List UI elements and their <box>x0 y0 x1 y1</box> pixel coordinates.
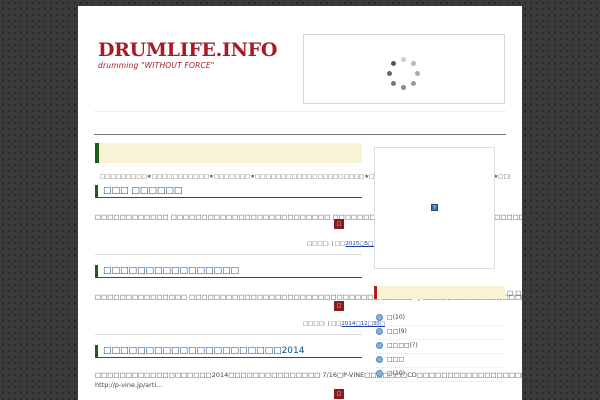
bullet-icon <box>376 370 383 377</box>
sidebar-section-header <box>374 286 505 299</box>
list-item[interactable]: □□(9) <box>376 326 504 340</box>
bullet-icon <box>376 314 383 321</box>
content-banner <box>95 143 362 163</box>
list-item[interactable]: □(10) <box>376 312 504 326</box>
read-more-button[interactable]: □ <box>334 389 344 399</box>
post-meta-label: □□□□: | □□ <box>307 241 346 247</box>
category-label: □□□ <box>387 356 405 363</box>
list-item[interactable]: □(10) <box>376 368 504 382</box>
broken-image-icon: ? <box>431 204 438 211</box>
post-meta-label: □□□□: | □□ <box>303 321 342 327</box>
category-label: □(10) <box>387 314 405 321</box>
sidebar-trailing-text: □ □ <box>507 289 522 297</box>
sidebar-widget: ? <box>374 147 495 269</box>
post-title[interactable]: □□□ □□□□□□ <box>95 185 362 198</box>
bullet-icon <box>376 342 383 349</box>
read-more-button[interactable]: □ <box>334 219 344 229</box>
post-title[interactable]: □□□□□□□□□□□□□□□□ <box>95 265 362 278</box>
post-divider <box>95 254 362 255</box>
category-label: □□(9) <box>387 328 407 335</box>
read-more-button[interactable]: □ <box>334 301 344 311</box>
post-meta: □□□□: | □□2014□12□30□ <box>303 321 385 327</box>
list-item[interactable]: □□□□(?) <box>376 340 504 354</box>
bullet-icon <box>376 328 383 335</box>
category-list: □(10) □□(9) □□□□(?) □□□ □(10) <box>376 312 504 382</box>
category-label: □□□□(?) <box>387 342 418 349</box>
bullet-icon <box>376 356 383 363</box>
category-label: □(10) <box>387 370 405 377</box>
post-divider <box>95 334 362 335</box>
post-title[interactable]: □□□□□□□□□□□□□□□□□□□□□2014 <box>95 345 362 358</box>
list-item[interactable]: □□□ <box>376 354 504 368</box>
